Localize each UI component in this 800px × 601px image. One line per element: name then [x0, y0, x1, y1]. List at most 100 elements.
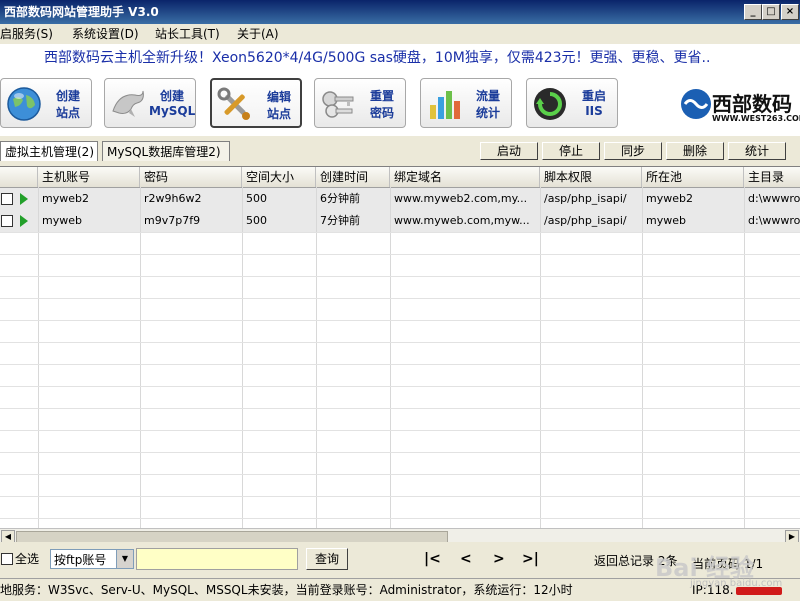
cell-script-perm: /asp/php_isapi/	[544, 192, 627, 205]
create-site-label1: 创建	[55, 89, 80, 103]
close-button[interactable]: ×	[781, 4, 799, 20]
menu-about[interactable]: 关于(A)	[237, 24, 279, 44]
create-site-label2: 站点	[55, 106, 80, 120]
restart-iis-label2: IIS	[585, 104, 603, 118]
header-created[interactable]: 创建时间	[316, 167, 390, 187]
running-icon	[20, 215, 28, 227]
restart-iis-label1: 重启	[581, 89, 606, 103]
page-indicator: 当前页码 1/1	[692, 557, 764, 571]
grid-row-line	[0, 430, 800, 431]
search-input[interactable]	[136, 548, 298, 570]
menu-service[interactable]: 启服务(S)	[0, 24, 53, 44]
title-bar: 西部数码网站管理助手 V3.0 _ □ ×	[0, 0, 800, 24]
sync-button[interactable]: 同步	[604, 142, 662, 160]
grid-row-line	[0, 298, 800, 299]
cell-pool: myweb	[646, 214, 686, 227]
grid-row-line	[0, 474, 800, 475]
cell-password: r2w9h6w2	[144, 192, 202, 205]
logo-name: 西部数码	[712, 92, 792, 116]
promo-text[interactable]: 西部数码云主机全新升级！Xeon5620*4/4G/500G sas硬盘，10M…	[44, 44, 710, 72]
menu-bar: 启服务(S) 系统设置(D) 站长工具(T) 关于(A)	[0, 24, 800, 44]
grid-row-line	[0, 408, 800, 409]
cell-account: myweb2	[42, 192, 89, 205]
create-mysql-label1: 创建	[159, 89, 184, 103]
restart-icon	[534, 88, 566, 120]
grid-column-line	[140, 187, 141, 529]
cell-script-perm: /asp/php_isapi/	[544, 214, 627, 227]
header-account[interactable]: 主机账号	[38, 167, 140, 187]
grid-row-line	[0, 518, 800, 519]
grid-column-line	[242, 187, 243, 529]
start-button[interactable]: 启动	[480, 142, 538, 160]
edit-site-button[interactable]: 编辑 站点	[210, 78, 302, 128]
row-checkbox[interactable]	[1, 193, 13, 205]
grid-column-line	[540, 187, 541, 529]
grid-column-line	[642, 187, 643, 529]
table-row[interactable]: myweb m9v7p7f9 500 7分钟前 www.myweb.com,my…	[0, 210, 800, 232]
grid-row-line	[0, 386, 800, 387]
header-domains[interactable]: 绑定域名	[390, 167, 540, 187]
grid-column-line	[390, 187, 391, 529]
tools-icon	[217, 87, 250, 120]
chevron-down-icon[interactable]: ▼	[116, 550, 133, 568]
grid-column-line	[38, 187, 39, 529]
create-mysql-button[interactable]: 创建 MySQL	[104, 78, 196, 128]
cell-domains: www.myweb.com,myw...	[394, 214, 530, 227]
traffic-stats-label2: 统计	[475, 106, 500, 120]
logo-url: WWW.WEST263.COM	[712, 114, 800, 123]
search-field-select[interactable]: 按ftp账号 ▼	[50, 549, 134, 569]
restart-iis-button[interactable]: 重启 IIS	[526, 78, 618, 128]
status-text: 地服务：W3Svc、Serv-U、MySQL、MSSQL未安装，当前登录账号：A…	[0, 583, 573, 597]
stop-button[interactable]: 停止	[542, 142, 600, 160]
cell-account: myweb	[42, 214, 82, 227]
header-script-perm[interactable]: 脚本权限	[540, 167, 642, 187]
header-password[interactable]: 密码	[140, 167, 242, 187]
keys-icon	[322, 91, 354, 118]
baidu-watermark-url: jingyan.baidu.com	[690, 578, 783, 589]
tab-mysql[interactable]: MySQL数据库管理2)	[102, 141, 230, 161]
row-checkbox[interactable]	[1, 215, 13, 227]
horizontal-scrollbar[interactable]: ◀ ▶	[0, 528, 800, 544]
last-page-button[interactable]: >|	[522, 549, 539, 569]
window-title: 西部数码网站管理助手 V3.0	[4, 5, 159, 19]
traffic-stats-button[interactable]: 流量 统计	[420, 78, 512, 128]
host-table: 主机账号 密码 空间大小 创建时间 绑定域名 脚本权限 所在池 主目录 mywe…	[0, 166, 800, 529]
table-row[interactable]: myweb2 r2w9h6w2 500 6分钟前 www.myweb2.com,…	[0, 188, 800, 210]
select-all-label[interactable]: 全选	[15, 550, 39, 568]
select-all-checkbox[interactable]	[1, 553, 13, 565]
tab-virtual-hosts[interactable]: 虚拟主机管理(2)	[0, 141, 98, 161]
header-pool[interactable]: 所在池	[642, 167, 744, 187]
menu-system-settings[interactable]: 系统设置(D)	[72, 24, 139, 44]
cell-home-dir: d:\wwwroot	[748, 214, 800, 227]
grid-row-line	[0, 496, 800, 497]
promo-banner[interactable]: 西部数码云主机全新升级！Xeon5620*4/4G/500G sas硬盘，10M…	[0, 44, 800, 73]
grid-row-line	[0, 452, 800, 453]
grid-column-line	[744, 187, 745, 529]
cell-home-dir: d:\wwwroot	[748, 192, 800, 205]
grid-column-line	[316, 187, 317, 529]
delete-button[interactable]: 删除	[666, 142, 724, 160]
bar-chart-icon	[430, 91, 460, 119]
create-site-button[interactable]: 创建 站点	[0, 78, 92, 128]
edit-site-label1: 编辑	[266, 90, 291, 104]
first-page-button[interactable]: |<	[424, 549, 441, 569]
west263-logo: 西部数码 WWW.WEST263.COM	[664, 76, 800, 132]
prev-page-button[interactable]: <	[460, 549, 472, 569]
grid-row-line	[0, 364, 800, 365]
reset-password-button[interactable]: 重置 密码	[314, 78, 406, 128]
query-button[interactable]: 查询	[306, 548, 348, 570]
header-space[interactable]: 空间大小	[242, 167, 316, 187]
grid-row-line	[0, 232, 800, 233]
next-page-button[interactable]: >	[493, 549, 505, 569]
cell-created: 7分钟前	[320, 214, 360, 227]
menu-webmaster-tools[interactable]: 站长工具(T)	[155, 24, 220, 44]
search-field-value: 按ftp账号	[54, 553, 107, 567]
stats-button[interactable]: 统计	[728, 142, 786, 160]
maximize-button[interactable]: □	[762, 4, 780, 20]
header-home-dir[interactable]: 主目录	[744, 167, 800, 187]
traffic-stats-label1: 流量	[475, 89, 500, 103]
reset-password-label1: 重置	[369, 89, 394, 103]
mysql-dolphin-icon	[112, 90, 144, 117]
status-bar: 地服务：W3Svc、Serv-U、MySQL、MSSQL未安装，当前登录账号：A…	[0, 578, 800, 601]
minimize-button[interactable]: _	[744, 4, 762, 20]
